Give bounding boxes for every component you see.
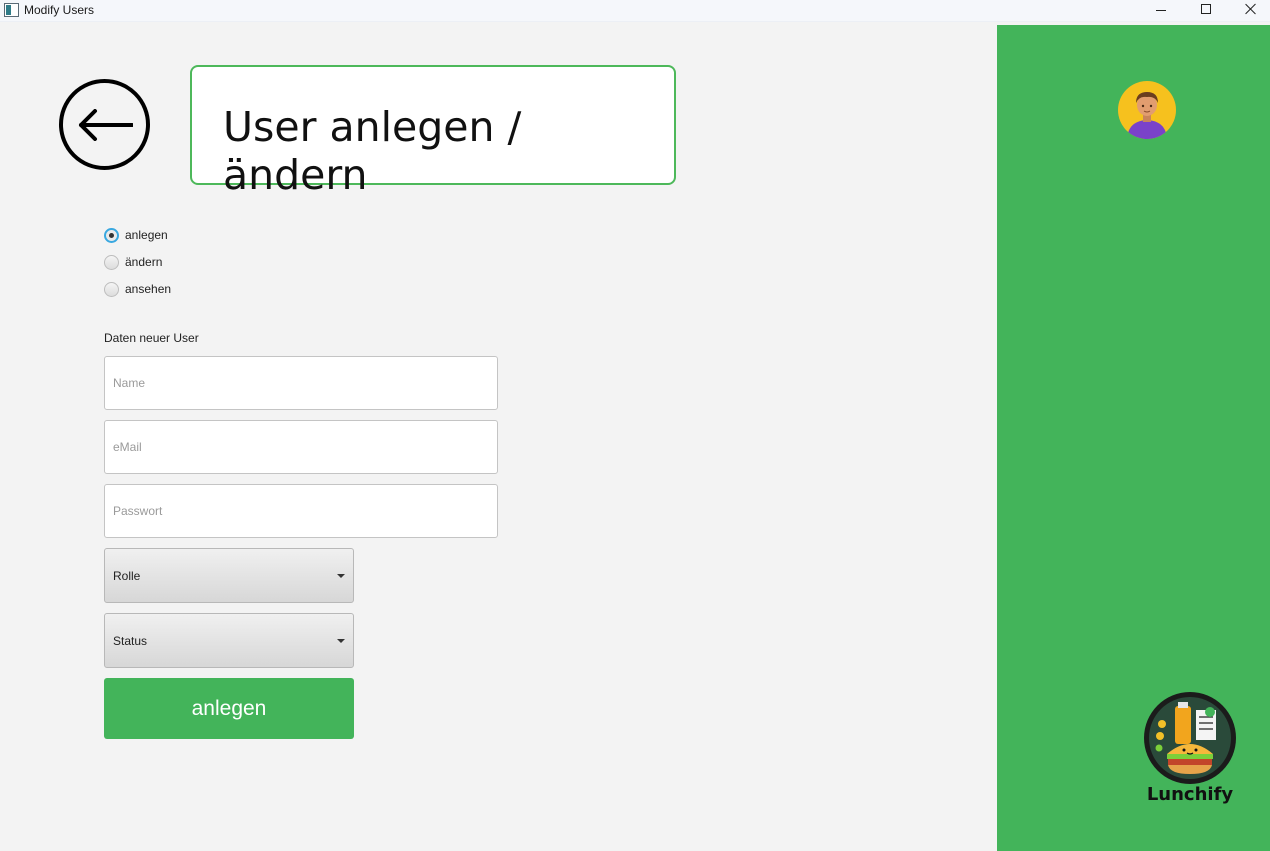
- maximize-button[interactable]: [1183, 0, 1229, 22]
- name-input[interactable]: [104, 356, 498, 410]
- submit-button[interactable]: anlegen: [104, 678, 354, 739]
- radio-button[interactable]: [104, 281, 119, 297]
- radio-aendern[interactable]: ändern: [104, 253, 162, 271]
- chevron-down-icon: [337, 574, 345, 578]
- arrow-left-icon: [79, 109, 133, 141]
- status-select[interactable]: Status: [104, 613, 354, 668]
- lunchify-logo: Lunchify: [1140, 692, 1240, 812]
- chevron-down-icon: [337, 639, 345, 643]
- email-input[interactable]: [104, 420, 498, 474]
- minimize-icon: [1156, 10, 1166, 11]
- radio-label-anlegen: anlegen: [125, 228, 168, 242]
- window-title: Modify Users: [24, 3, 95, 17]
- page-title: User anlegen / ändern: [223, 103, 522, 199]
- logo-image: [1144, 692, 1236, 784]
- user-avatar-icon[interactable]: [1118, 81, 1176, 139]
- radio-ansehen[interactable]: ansehen: [104, 280, 171, 298]
- window-titlebar: Modify Users: [0, 0, 1270, 22]
- role-select-label: Rolle: [113, 569, 141, 583]
- logo-text: Lunchify: [1146, 784, 1234, 805]
- status-select-label: Status: [113, 634, 148, 648]
- app-icon: [4, 3, 19, 17]
- radio-label-aendern: ändern: [125, 255, 163, 269]
- side-panel: Lunchify: [997, 25, 1270, 851]
- radio-label-ansehen: ansehen: [125, 282, 172, 296]
- minimize-button[interactable]: [1138, 0, 1184, 22]
- section-label: Daten neuer User: [104, 331, 199, 345]
- radio-anlegen[interactable]: anlegen: [104, 226, 168, 244]
- maximize-icon: [1201, 4, 1211, 14]
- radio-button-checked[interactable]: [104, 227, 119, 243]
- radio-button[interactable]: [104, 254, 119, 270]
- close-button[interactable]: [1228, 0, 1270, 22]
- password-input[interactable]: [104, 484, 498, 538]
- back-button[interactable]: [59, 79, 150, 170]
- page-title-box: User anlegen / ändern: [190, 65, 676, 199]
- close-icon: [1245, 3, 1257, 15]
- role-select[interactable]: Rolle: [104, 548, 354, 603]
